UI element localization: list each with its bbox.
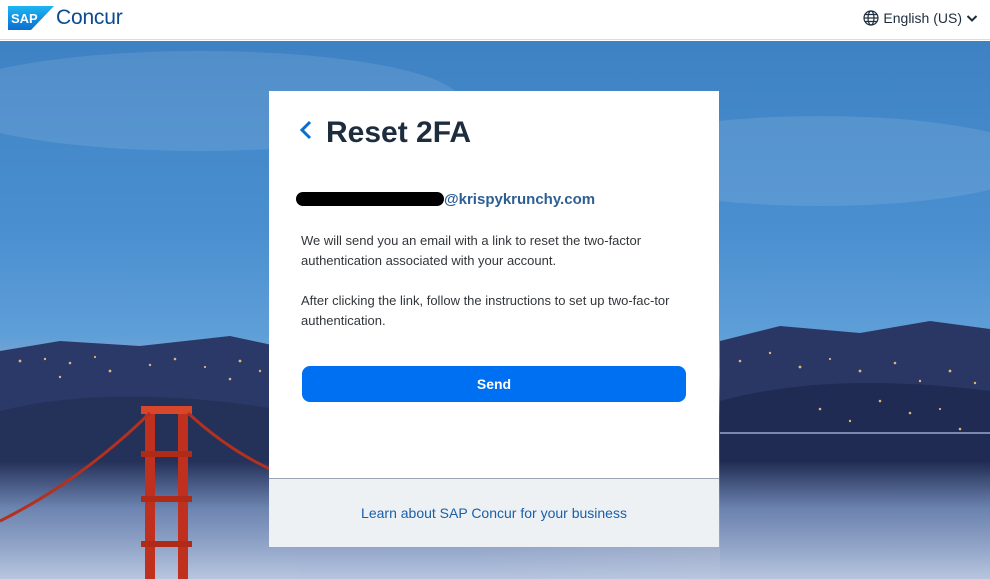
reset-instructions: After clicking the link, follow the inst… (301, 293, 670, 328)
account-email: @krispykrunchy.com (296, 189, 595, 209)
send-button[interactable]: Send (302, 366, 686, 402)
language-selector[interactable]: English (US) (863, 10, 978, 26)
redacted-username (296, 192, 444, 206)
sap-logo-mark: SAP (8, 6, 54, 30)
card-footer: Learn about SAP Concur for your business (269, 478, 719, 547)
page-title: Reset 2FA (326, 116, 472, 149)
top-header: SAP Concur English (US) (0, 0, 990, 40)
reset-description: We will send you an email with a link to… (301, 233, 642, 268)
reset-2fa-card: Reset 2FA @krispykrunchy.com We will sen… (269, 91, 719, 547)
chevron-left-icon (299, 119, 313, 146)
svg-text:SAP: SAP (11, 11, 38, 26)
chevron-down-icon (966, 12, 978, 24)
brand-product-name: Concur (56, 6, 123, 29)
learn-about-link[interactable]: Learn about SAP Concur for your business (361, 505, 627, 521)
card-body: Reset 2FA @krispykrunchy.com We will sen… (269, 91, 719, 478)
email-domain: @krispykrunchy.com (444, 190, 596, 208)
sap-concur-logo[interactable]: SAP Concur (8, 6, 123, 30)
back-button[interactable] (299, 120, 319, 144)
language-label: English (US) (883, 10, 962, 26)
globe-icon (863, 10, 880, 26)
